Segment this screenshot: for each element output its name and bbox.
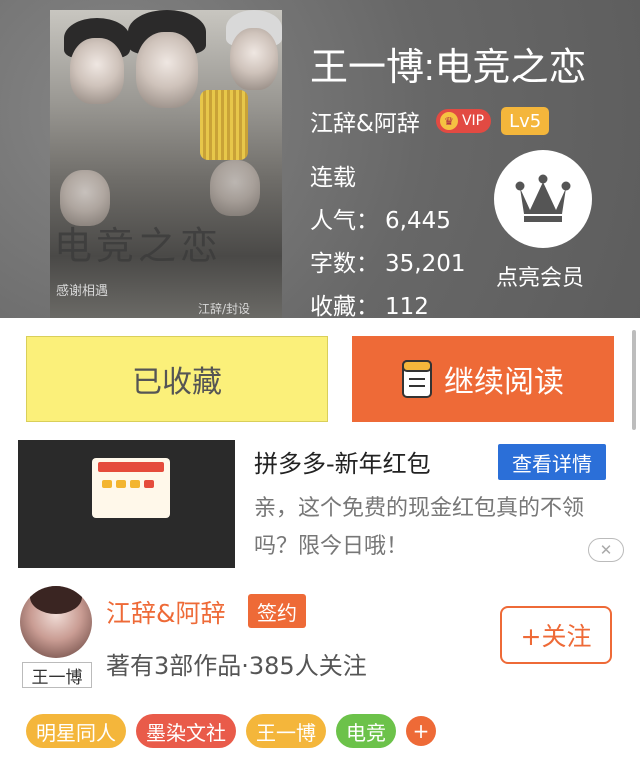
signed-badge: 签约 [248, 594, 306, 628]
book-icon [402, 360, 432, 398]
favorited-button[interactable]: 已收藏 [26, 336, 328, 422]
add-tag-button[interactable]: + [406, 716, 436, 746]
follow-button[interactable]: +关注 [500, 606, 612, 664]
favorited-label: 已收藏 [132, 365, 222, 400]
stat-favorites: 收藏： 112 [310, 287, 429, 318]
continue-reading-button[interactable]: 继续阅读 [352, 336, 614, 422]
author-name[interactable]: 江辞&阿辞 [106, 594, 226, 630]
tag-item[interactable]: 电竞 [336, 714, 396, 748]
stat-popularity: 人气： 6,445 [310, 201, 451, 235]
crown-icon: ♛ [439, 112, 458, 130]
cover-figure-face [136, 32, 198, 108]
crown-icon [515, 174, 571, 222]
avatar-tag: 王一博 [22, 662, 92, 688]
stat-label: 收藏： [310, 294, 379, 318]
tag-list: 明星同人 墨染文社 王一博 电竞 + [26, 714, 436, 748]
cover-title-text: 电竞之恋 [54, 224, 223, 268]
vip-badge: ♛ VIP [435, 109, 492, 133]
avatar-hair [30, 586, 82, 614]
book-title: 王一博:电竞之恋 [310, 47, 587, 89]
stat-value: 112 [385, 294, 429, 318]
author-works-info: 著有3部作品·385人关注 [106, 652, 367, 680]
book-cover-image[interactable]: 电竞之恋 感谢相遇 江辞/封设 [50, 10, 282, 318]
ad-detail-button[interactable]: 查看详情 [498, 444, 606, 480]
cover-figure-face [210, 160, 260, 216]
ad-popup-header [98, 462, 164, 472]
stat-label: 字数： [310, 251, 379, 277]
tag-item[interactable]: 王一博 [246, 714, 326, 748]
author-name[interactable]: 江辞&阿辞 [310, 104, 420, 138]
level-badge: Lv5 [501, 107, 550, 135]
vip-label: VIP [461, 113, 485, 129]
tag-item[interactable]: 墨染文社 [136, 714, 236, 748]
cover-subtitle: 感谢相遇 [56, 284, 109, 299]
member-button[interactable] [494, 150, 592, 248]
stat-value: 6,445 [385, 208, 451, 234]
stat-word-count: 字数： 35,201 [310, 244, 465, 278]
stat-value: 35,201 [385, 251, 466, 277]
author-avatar[interactable] [20, 586, 92, 658]
cover-noodle-bowl [200, 90, 248, 160]
ad-description: 亲，这个免费的现金红包真的不领吗？限今日哦！ [254, 496, 585, 559]
cover-figure-face [70, 38, 124, 104]
stat-label: 人气： [310, 208, 379, 234]
member-label[interactable]: 点亮会员 [496, 260, 584, 292]
ad-coin-graphic [102, 480, 112, 488]
cover-figure-face [230, 28, 278, 90]
cover-credit: 江辞/封设 [198, 302, 251, 316]
ad-coin-graphic [144, 480, 154, 488]
continue-reading-label: 继续阅读 [444, 365, 564, 400]
ad-coin-graphic [116, 480, 126, 488]
tag-item[interactable]: 明星同人 [26, 714, 126, 748]
author-line: 江辞&阿辞 ♛ VIP Lv5 [310, 104, 550, 138]
scrollbar[interactable] [632, 330, 636, 430]
ad-image[interactable] [18, 440, 235, 568]
ad-title[interactable]: 拼多多-新年红包 [254, 444, 431, 479]
book-header: 电竞之恋 感谢相遇 江辞/封设 王一博:电竞之恋 江辞&阿辞 ♛ VIP Lv5… [0, 0, 640, 318]
serial-status: 连载 [310, 165, 356, 191]
ad-coin-graphic [130, 480, 140, 488]
ad-close-button[interactable]: ✕ [588, 538, 624, 562]
